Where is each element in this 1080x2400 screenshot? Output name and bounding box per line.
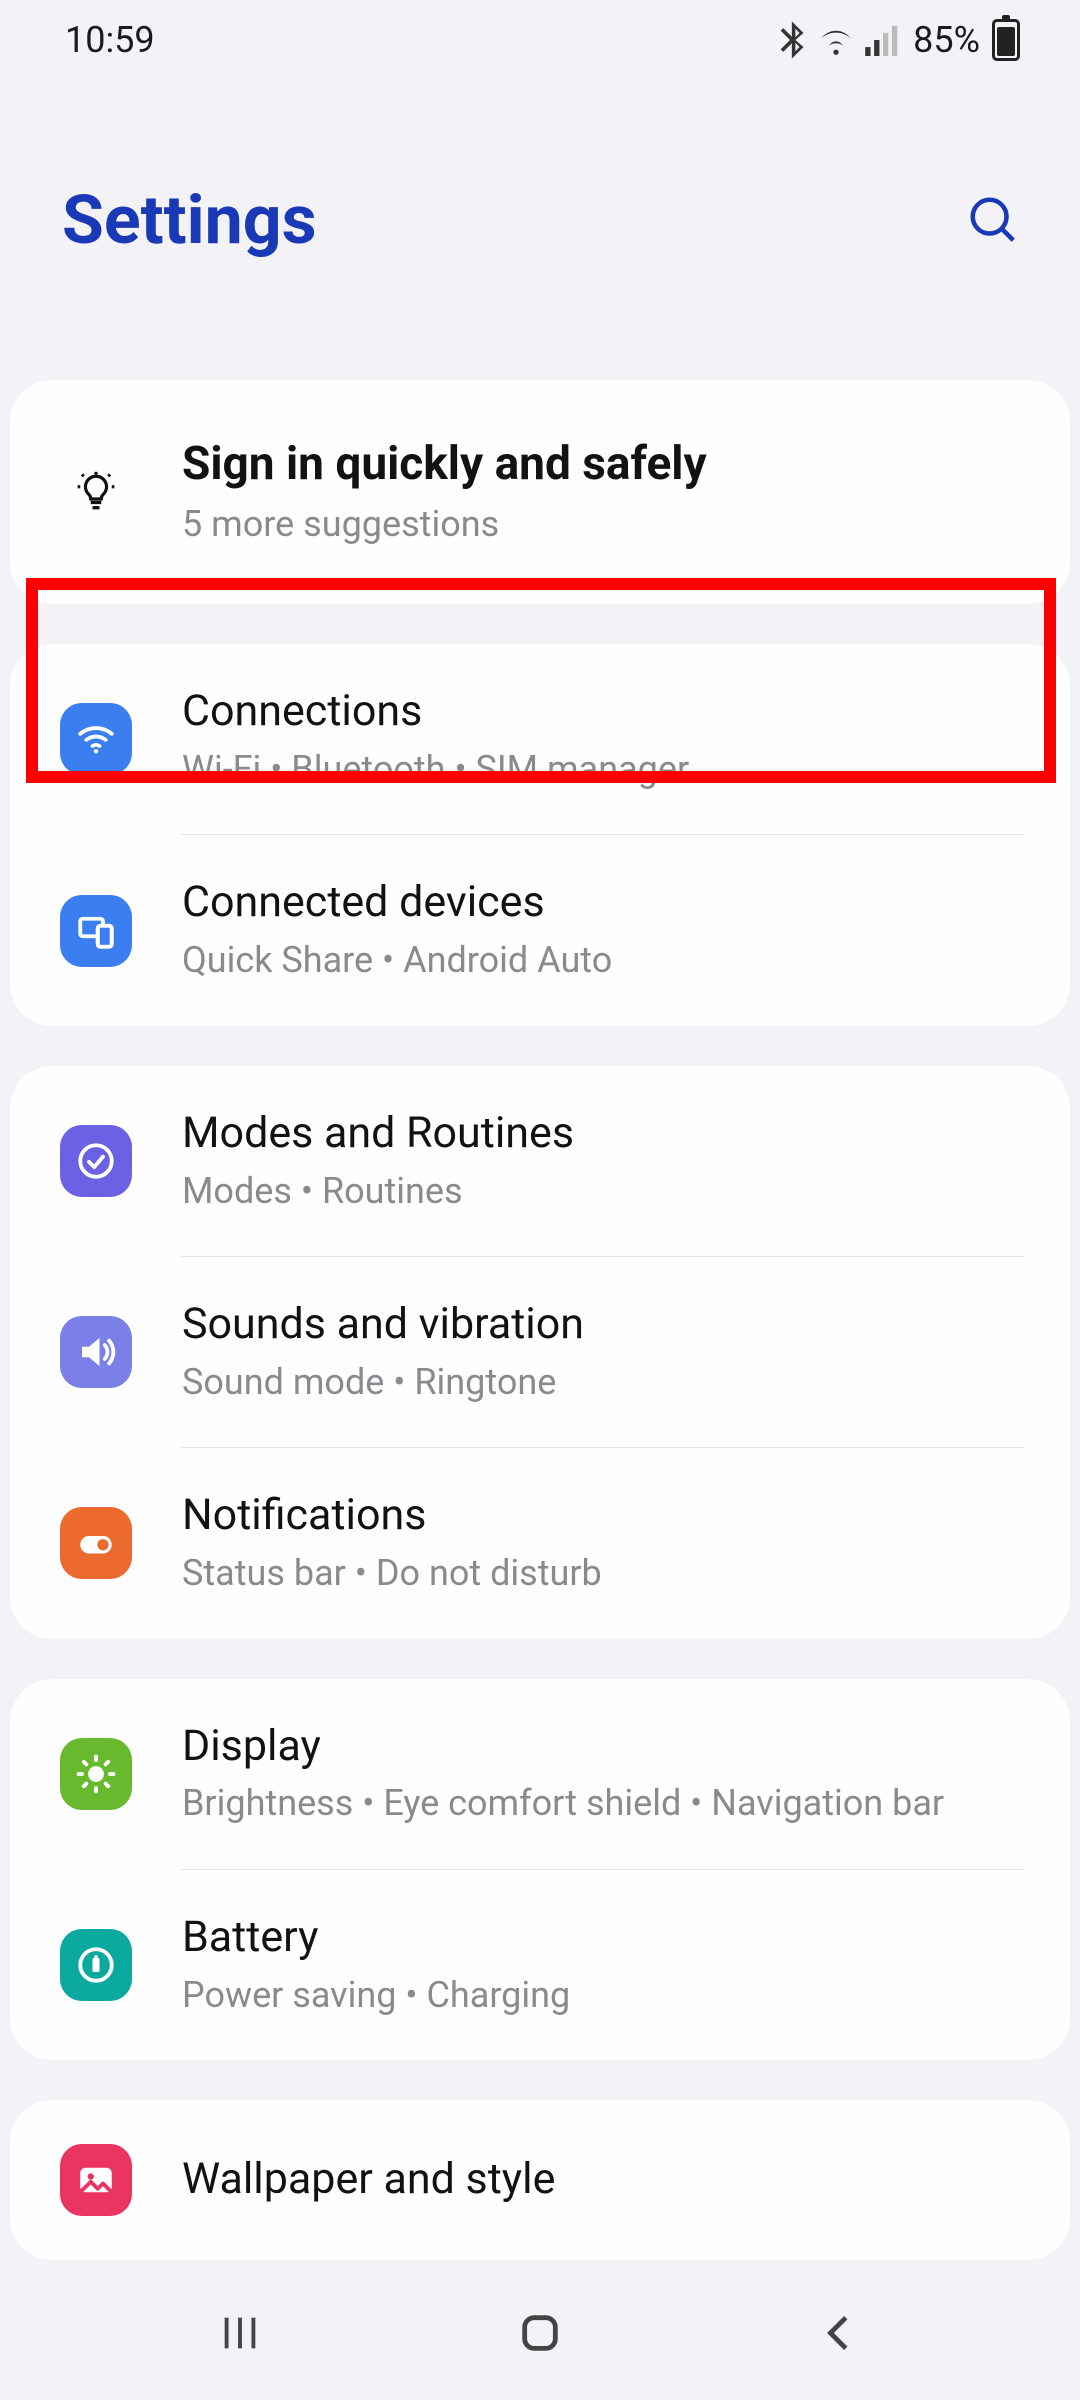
- back-button[interactable]: [817, 2310, 863, 2360]
- row-subtitle: Wi-Fi • Bluetooth • SIM manager: [182, 744, 1025, 794]
- check-circle-icon: [60, 1125, 132, 1197]
- search-icon: [966, 193, 1020, 247]
- row-subtitle: Status bar • Do not disturb: [182, 1548, 1025, 1598]
- row-title: Wallpaper and style: [182, 2152, 1025, 2208]
- lightbulb-icon: [60, 456, 132, 528]
- row-title: Connected devices: [182, 875, 1025, 931]
- settings-row-display[interactable]: DisplayBrightness • Eye comfort shield •…: [10, 1679, 1070, 1869]
- row-subtitle: Power saving • Charging: [182, 1970, 1025, 2020]
- row-title: Battery: [182, 1910, 1025, 1966]
- search-button[interactable]: [966, 193, 1020, 247]
- battery-icon: [60, 1929, 132, 2001]
- settings-row-notifications[interactable]: NotificationsStatus bar • Do not disturb: [10, 1448, 1070, 1638]
- settings-row-wallpaper-style[interactable]: Wallpaper and style: [10, 2100, 1070, 2260]
- wifi-icon: [60, 703, 132, 775]
- status-bar: 10:59 85%: [0, 0, 1080, 80]
- settings-row-connected-devices[interactable]: Connected devicesQuick Share • Android A…: [10, 835, 1070, 1025]
- status-right: 85%: [779, 19, 1020, 61]
- suggestion-subtitle: 5 more suggestions: [182, 499, 1025, 549]
- settings-group: Wallpaper and style: [10, 2100, 1070, 2260]
- row-subtitle: Quick Share • Android Auto: [182, 935, 1025, 985]
- header: Settings: [0, 80, 1080, 380]
- row-subtitle: Brightness • Eye comfort shield • Naviga…: [182, 1778, 1025, 1828]
- settings-group: ConnectionsWi-Fi • Bluetooth • SIM manag…: [10, 644, 1070, 1026]
- settings-group: Modes and RoutinesModes • RoutinesSounds…: [10, 1066, 1070, 1639]
- settings-row-connections[interactable]: ConnectionsWi-Fi • Bluetooth • SIM manag…: [10, 644, 1070, 834]
- speaker-icon: [60, 1316, 132, 1388]
- row-title: Connections: [182, 684, 1025, 740]
- row-title: Notifications: [182, 1488, 1025, 1544]
- switch-icon: [60, 1507, 132, 1579]
- picture-icon: [60, 2144, 132, 2216]
- navigation-bar: [0, 2270, 1080, 2400]
- recents-button[interactable]: [217, 2310, 263, 2360]
- recents-icon: [217, 2310, 263, 2356]
- sun-icon: [60, 1738, 132, 1810]
- row-subtitle: Modes • Routines: [182, 1166, 1025, 1216]
- wifi-icon: [815, 24, 857, 56]
- settings-row-modes-routines[interactable]: Modes and RoutinesModes • Routines: [10, 1066, 1070, 1256]
- status-time: 10:59: [65, 19, 155, 61]
- suggestion-title: Sign in quickly and safely: [182, 435, 1025, 495]
- settings-group: DisplayBrightness • Eye comfort shield •…: [10, 1679, 1070, 2061]
- page-title: Settings: [62, 180, 317, 260]
- battery-icon: [992, 19, 1020, 61]
- home-button[interactable]: [517, 2310, 563, 2360]
- row-title: Modes and Routines: [182, 1106, 1025, 1162]
- row-title: Display: [182, 1719, 1025, 1775]
- battery-percentage: 85%: [913, 19, 980, 61]
- back-icon: [817, 2310, 863, 2356]
- bluetooth-icon: [779, 21, 807, 59]
- devices-icon: [60, 895, 132, 967]
- signal-icon: [865, 24, 901, 56]
- settings-row-battery[interactable]: BatteryPower saving • Charging: [10, 1870, 1070, 2060]
- row-subtitle: Sound mode • Ringtone: [182, 1357, 1025, 1407]
- suggestion-card[interactable]: Sign in quickly and safely 5 more sugges…: [10, 380, 1070, 604]
- row-title: Sounds and vibration: [182, 1297, 1025, 1353]
- settings-row-sounds-vibration[interactable]: Sounds and vibrationSound mode • Rington…: [10, 1257, 1070, 1447]
- home-icon: [517, 2310, 563, 2356]
